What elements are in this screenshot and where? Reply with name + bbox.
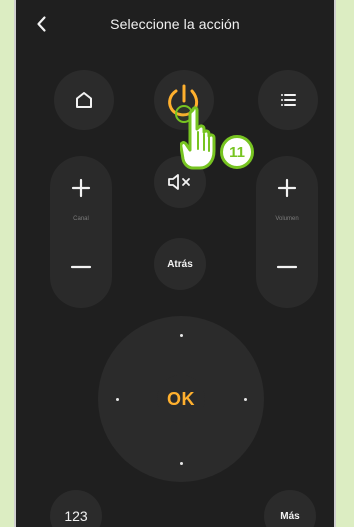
home-icon — [76, 92, 92, 108]
dpad-down[interactable] — [180, 462, 183, 465]
ok-button[interactable]: OK — [157, 375, 205, 423]
remote-control-screen: Seleccione la acción Canal Volumen Atrás… — [14, 0, 336, 527]
plus-icon — [277, 178, 297, 198]
page-title: Seleccione la acción — [110, 16, 240, 32]
volume-down-button[interactable] — [274, 254, 300, 285]
menu-button[interactable] — [258, 70, 318, 130]
dpad-left[interactable] — [116, 398, 119, 401]
home-button[interactable] — [54, 70, 114, 130]
numbers-button[interactable]: 123 — [50, 490, 102, 527]
minus-icon — [70, 265, 92, 269]
header: Seleccione la acción — [16, 0, 334, 50]
minus-icon — [276, 265, 298, 269]
more-button[interactable]: Más — [264, 490, 316, 527]
dpad-up[interactable] — [180, 334, 183, 337]
menu-icon — [281, 94, 296, 106]
dpad-right[interactable] — [244, 398, 247, 401]
channel-control: Canal — [50, 156, 112, 308]
step-number-badge: 11 — [220, 135, 254, 169]
volume-up-button[interactable] — [275, 176, 299, 205]
channel-up-button[interactable] — [69, 176, 93, 205]
dpad: OK — [98, 316, 264, 482]
back-key-button[interactable]: Atrás — [154, 238, 206, 290]
mute-icon — [168, 174, 190, 190]
volume-control: Volumen — [256, 156, 318, 308]
plus-icon — [71, 178, 91, 198]
volume-label: Volumen — [275, 216, 299, 222]
channel-down-button[interactable] — [68, 254, 94, 285]
channel-label: Canal — [73, 216, 89, 222]
